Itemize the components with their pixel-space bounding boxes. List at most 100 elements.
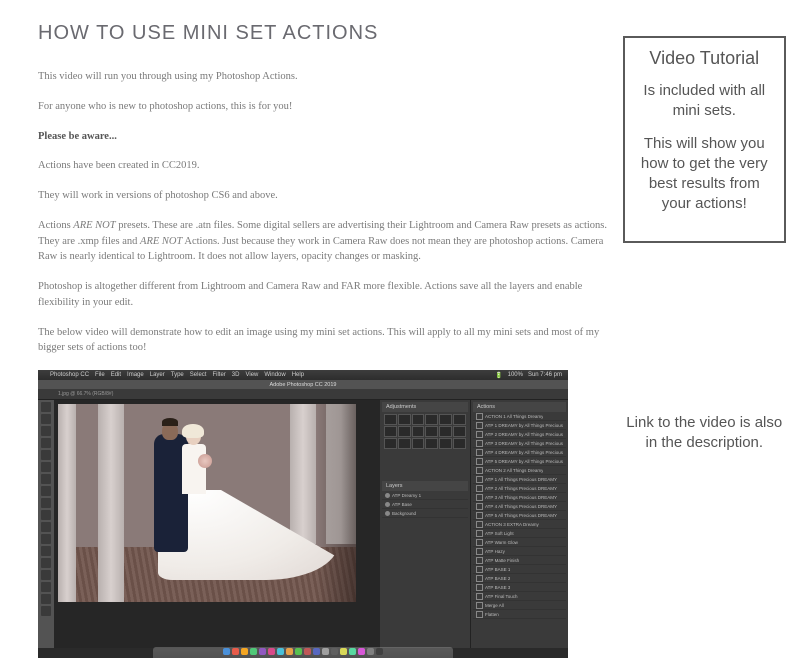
layer-row: ATP Dreamy 1	[382, 491, 468, 500]
action-row: ATP BASE 1	[473, 565, 566, 574]
battery-icon: 🔋	[495, 372, 502, 379]
action-label: ATP 1 DREAMY by All Things Precious	[485, 423, 563, 428]
dock-app-icon	[295, 648, 302, 655]
callout-box: Video Tutorial Is included with all mini…	[623, 36, 786, 243]
action-row: ATP 2 DREAMY by All Things Precious	[473, 430, 566, 439]
action-label: ATP 5 DREAMY by All Things Precious	[485, 459, 563, 464]
menu-item: Type	[171, 372, 184, 378]
menu-item: Photoshop CC	[50, 372, 89, 378]
tool-icon	[41, 498, 51, 508]
action-label: ATP Matte Finish	[485, 558, 519, 563]
action-row: ATP 4 All Things Precious DREAMY	[473, 502, 566, 511]
checkbox-icon	[476, 530, 483, 537]
visibility-icon	[385, 493, 390, 498]
menu-item: 3D	[232, 372, 240, 378]
action-row: ATP 5 All Things Precious DREAMY	[473, 511, 566, 520]
action-label: ATP Final Touch	[485, 594, 518, 599]
panels: Adjustments Layers ATP Dreamy 1ATP BaseB…	[380, 400, 568, 648]
tool-icon	[41, 462, 51, 472]
dock-app-icon	[250, 648, 257, 655]
action-label: ATP 2 All Things Precious DREAMY	[485, 486, 557, 491]
menu-clock: Sun 7:46 pm	[528, 372, 562, 379]
para-not-presets: Actions ARE NOT presets. These are .atn …	[38, 218, 613, 265]
action-row: ACTION 2 All Things Dreamy	[473, 466, 566, 475]
tool-icon	[41, 510, 51, 520]
checkbox-icon	[476, 557, 483, 564]
checkbox-icon	[476, 503, 483, 510]
checkbox-icon	[476, 449, 483, 456]
checkbox-icon	[476, 521, 483, 528]
dock-app-icon	[376, 648, 383, 655]
action-row: ATP BASE 3	[473, 583, 566, 592]
menu-item: Select	[190, 372, 207, 378]
action-label: ACTION 1 All Things Dreamy	[485, 414, 543, 419]
tool-icon	[41, 582, 51, 592]
document-tab: 1.jpg @ 66.7% (RGB/8#)	[58, 391, 113, 397]
action-row: Flatten	[473, 610, 566, 619]
dock-app-icon	[358, 648, 365, 655]
dock-app-icon	[331, 648, 338, 655]
action-row: ATP Hazy	[473, 547, 566, 556]
tool-icon	[41, 534, 51, 544]
layers-list: ATP Dreamy 1ATP BaseBackground	[382, 491, 468, 518]
para-cs6: They will work in versions of photoshop …	[38, 188, 613, 204]
tool-icon	[41, 450, 51, 460]
menu-item: Window	[264, 372, 285, 378]
layer-label: ATP Dreamy 1	[392, 493, 421, 498]
para-intro-2: For anyone who is new to photoshop actio…	[38, 99, 613, 115]
tool-icon	[41, 606, 51, 616]
para-cc2019: Actions have been created in CC2019.	[38, 158, 613, 174]
checkbox-icon	[476, 413, 483, 420]
text-emphasis: ARE NOT	[140, 236, 182, 247]
dock-app-icon	[241, 648, 248, 655]
adjustments-grid	[382, 412, 468, 451]
menu-item: Image	[127, 372, 144, 378]
action-label: ATP BASE 3	[485, 585, 510, 590]
tool-icon	[41, 438, 51, 448]
dock-app-icon	[259, 648, 266, 655]
action-row: ATP 5 DREAMY by All Things Precious	[473, 457, 566, 466]
action-row: ATP Matte Finish	[473, 556, 566, 565]
mac-menubar: Photoshop CC File Edit Image Layer Type …	[38, 370, 568, 380]
visibility-icon	[385, 502, 390, 507]
menu-item: View	[245, 372, 258, 378]
action-row: ACTION 1 All Things Dreamy	[473, 412, 566, 421]
dock-app-icon	[268, 648, 275, 655]
action-label: Merge All	[485, 603, 504, 608]
action-label: ATP Warm Glow	[485, 540, 518, 545]
action-label: ATP 5 All Things Precious DREAMY	[485, 513, 557, 518]
canvas-area	[54, 400, 380, 648]
action-label: ATP Hazy	[485, 549, 505, 554]
checkbox-icon	[476, 494, 483, 501]
para-warning-heading: Please be aware...	[38, 129, 613, 145]
action-label: Flatten	[485, 612, 499, 617]
menu-item: File	[95, 372, 105, 378]
checkbox-icon	[476, 584, 483, 591]
dock-app-icon	[367, 648, 374, 655]
menu-status: 100%	[508, 372, 523, 379]
tool-icon	[41, 558, 51, 568]
checkbox-icon	[476, 566, 483, 573]
photoshop-tabbar: 1.jpg @ 66.7% (RGB/8#)	[38, 389, 568, 400]
checkbox-icon	[476, 485, 483, 492]
menu-item: Edit	[111, 372, 121, 378]
checkbox-icon	[476, 548, 483, 555]
action-row: Merge All	[473, 601, 566, 610]
tool-icon	[41, 570, 51, 580]
panel-layers-title: Layers	[382, 481, 468, 491]
checkbox-icon	[476, 575, 483, 582]
action-label: ATP 1 All Things Precious DREAMY	[485, 477, 557, 482]
panel-adjustments-title: Adjustments	[382, 402, 468, 412]
menu-item: Help	[292, 372, 304, 378]
checkbox-icon	[476, 467, 483, 474]
checkbox-icon	[476, 539, 483, 546]
dock-app-icon	[277, 648, 284, 655]
action-row: ATP Soft Light	[473, 529, 566, 538]
checkbox-icon	[476, 458, 483, 465]
checkbox-icon	[476, 440, 483, 447]
action-label: ATP BASE 2	[485, 576, 510, 581]
action-row: ACTION 3 EXTRA Dreamy	[473, 520, 566, 529]
layer-row: Background	[382, 509, 468, 518]
link-note: Link to the video is also in the descrip…	[623, 413, 786, 454]
action-row: ATP Warm Glow	[473, 538, 566, 547]
